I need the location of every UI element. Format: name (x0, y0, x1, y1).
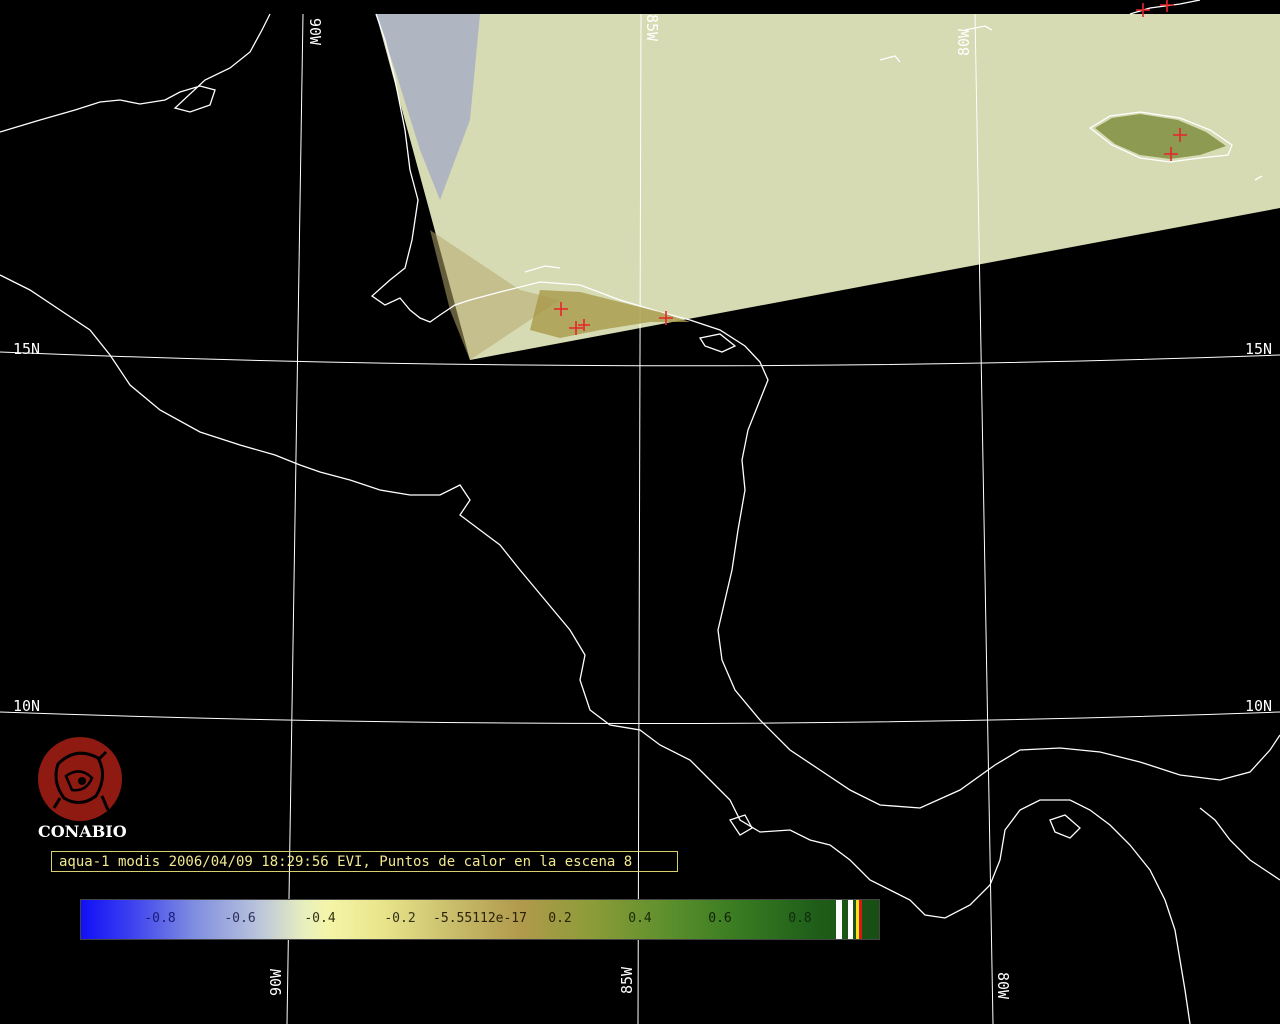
parallel-10n (0, 711, 1280, 724)
lon-label-80w-top: 80W (955, 28, 973, 56)
colorbar-tick-label: 0.2 (548, 911, 572, 926)
colorbar-tick-label: -0.6 (224, 911, 256, 926)
colorbar-stripe-white (836, 900, 842, 939)
colorbar-tick-label: -0.8 (144, 911, 176, 926)
scene-caption: aqua-1 modis 2006/04/09 18:29:56 EVI, Pu… (51, 851, 678, 872)
colorbar-tick-label: 0.6 (708, 911, 732, 926)
colorbar-tick-label: 0.8 (788, 911, 812, 926)
lat-label-10n-right: 10N (1245, 697, 1273, 715)
colorbar-stripe-red (859, 900, 862, 939)
lat-label-15n-left: 15N (13, 340, 41, 358)
lat-label-10n-left: 10N (13, 697, 41, 715)
colorbar-stripe-white-2 (848, 900, 853, 939)
lon-label-85w-bottom: 85W (618, 966, 636, 994)
colorbar-tick-label: -0.2 (384, 911, 416, 926)
colorbar-tick-label: 0.4 (628, 911, 652, 926)
colorbar-tick-label: -0.4 (304, 911, 336, 926)
lat-label-15n-right: 15N (1245, 340, 1273, 358)
lon-label-85w-top: 85W (643, 14, 661, 42)
lon-label-90w-top: 90W (306, 18, 324, 46)
colorbar-tick-label: -5.55112e-17 (433, 911, 527, 926)
lon-label-90w-bottom: 90W (267, 968, 285, 996)
lon-label-80w-bottom: 80W (994, 972, 1012, 1000)
conabio-logo-text: CONABIO (38, 822, 127, 841)
